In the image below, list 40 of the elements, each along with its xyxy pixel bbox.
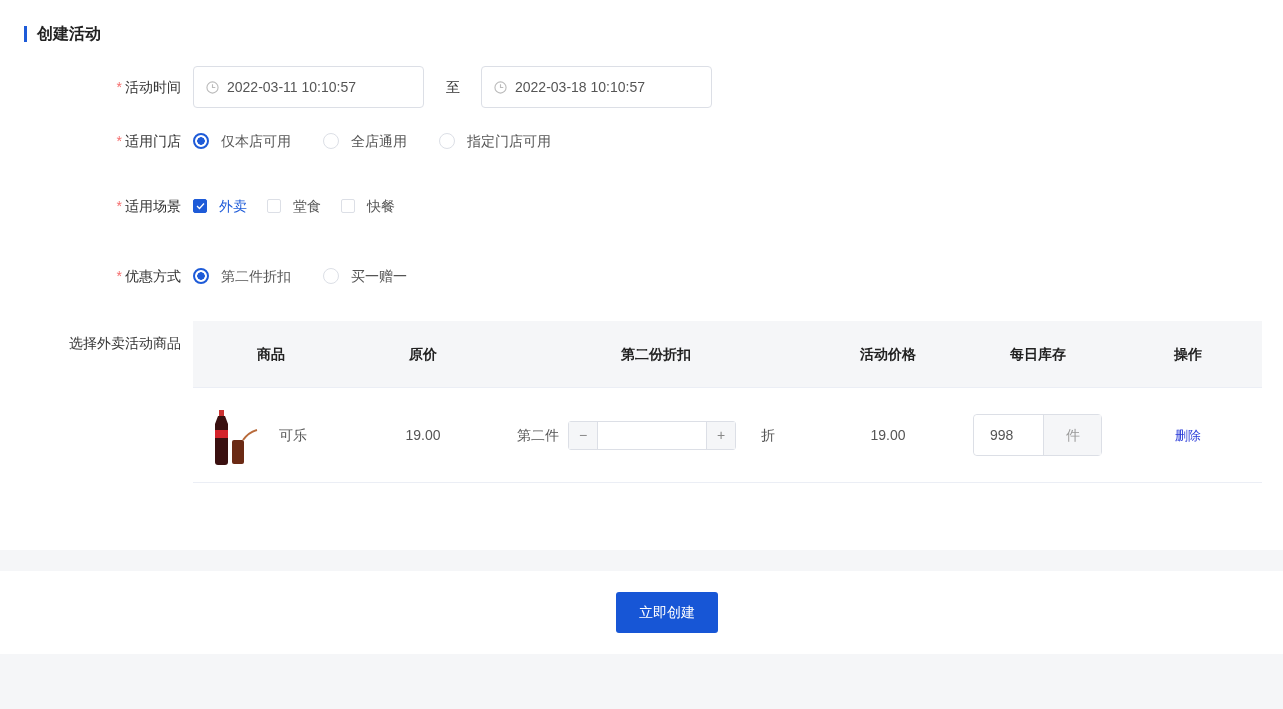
field-label: 活动时间	[125, 78, 181, 95]
stock-field[interactable]: 998 件	[973, 414, 1102, 456]
product-name: 可乐	[279, 425, 307, 445]
radio-option[interactable]: 指定门店可用	[439, 130, 551, 152]
checkbox[interactable]	[193, 199, 207, 213]
radio-option[interactable]: 仅本店可用	[193, 130, 291, 152]
section-title: 创建活动	[24, 26, 1283, 42]
checkbox-option[interactable]: 外卖	[193, 195, 247, 217]
field-label: 选择外卖活动商品	[69, 335, 181, 351]
column-header: 原价	[409, 345, 437, 362]
delete-link[interactable]: 删除	[1174, 427, 1201, 443]
field-label: 适用门店	[125, 132, 181, 149]
column-header: 第二份折扣	[620, 345, 691, 362]
activity-price: 19.00	[870, 426, 906, 443]
clock-icon	[494, 80, 507, 94]
required-mark: *	[116, 78, 122, 95]
checkbox-option[interactable]: 堂食	[267, 195, 321, 217]
discount-unit: 折	[761, 425, 775, 445]
radio-option[interactable]: 第二件折扣	[193, 265, 291, 287]
required-mark: *	[116, 132, 122, 149]
radio-button[interactable]	[193, 268, 209, 284]
column-header: 每日库存	[1010, 345, 1066, 362]
clock-icon	[206, 80, 219, 94]
radio-button[interactable]	[193, 133, 209, 149]
original-price: 19.00	[405, 426, 441, 443]
column-header: 活动价格	[860, 345, 916, 362]
field-label: 适用场景	[125, 197, 181, 214]
end-date-field[interactable]: 2022-03-18 10:10:57	[481, 66, 712, 108]
create-button[interactable]: 立即创建	[615, 592, 718, 633]
required-mark: *	[116, 267, 122, 284]
radio-option[interactable]: 买一赠一	[323, 265, 407, 287]
radio-option[interactable]: 全店通用	[323, 130, 407, 152]
range-separator: 至	[445, 78, 460, 95]
field-label: 优惠方式	[125, 267, 181, 284]
required-mark: *	[116, 197, 122, 214]
checkbox-option[interactable]: 快餐	[341, 195, 395, 217]
start-date-field[interactable]: 2022-03-11 10:10:57	[193, 66, 424, 108]
column-header: 商品	[256, 345, 285, 362]
discount-prefix: 第二件	[517, 425, 559, 445]
column-header: 操作	[1173, 345, 1202, 362]
